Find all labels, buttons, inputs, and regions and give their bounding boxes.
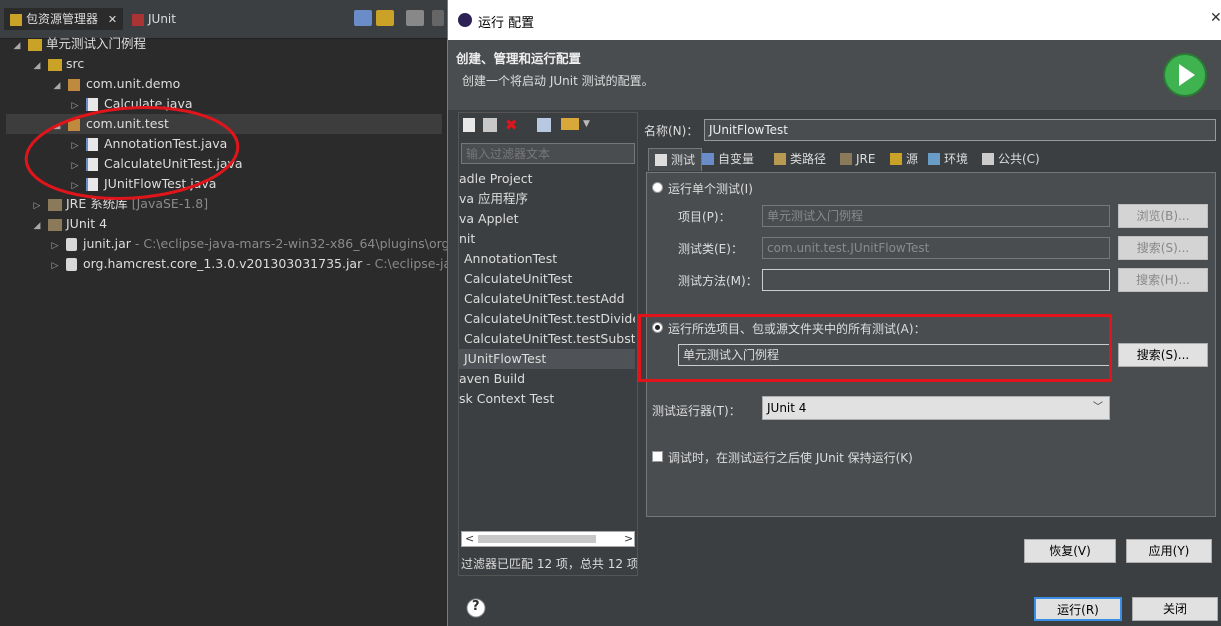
config-item-label: va Applet bbox=[459, 211, 519, 226]
name-label: 名称(N)： bbox=[644, 124, 699, 138]
single-test-label: 运行单个测试(I) bbox=[668, 182, 753, 196]
scroll-thumb[interactable] bbox=[478, 535, 596, 543]
tab-environment-label: 环境 bbox=[944, 152, 969, 166]
config-list-panel: ✖ ▼ 输入过滤器文本 adle Project va 应用程序 va Appl… bbox=[458, 112, 638, 576]
banner-title: 创建、管理和运行配置 bbox=[456, 51, 582, 66]
config-item-label: sk Context Test bbox=[459, 391, 555, 406]
test-class-field[interactable]: com.unit.test.JUnitFlowTest bbox=[762, 237, 1110, 259]
tab-common[interactable]: 公共(C) bbox=[982, 148, 1040, 170]
jre-tab-icon bbox=[840, 153, 852, 165]
tab-jre-label: JRE bbox=[856, 152, 876, 166]
tab-classpath-label: 类路径 bbox=[790, 152, 827, 166]
keep-alive-label: 调试时，在测试运行之后使 JUnit 保持运行(K) bbox=[668, 451, 913, 465]
duplicate-config-icon[interactable] bbox=[483, 118, 497, 132]
tab-environment[interactable]: 环境 bbox=[928, 148, 968, 170]
config-item-label: AnnotationTest bbox=[464, 251, 558, 266]
chevron-down-icon: ﹀ bbox=[1093, 402, 1103, 413]
tab-source-label: 源 bbox=[906, 152, 919, 166]
search-method-button[interactable]: 搜索(H)... bbox=[1118, 268, 1208, 292]
project-label: 项目(P)： bbox=[678, 210, 731, 224]
collapse-all-icon[interactable] bbox=[537, 118, 551, 132]
config-item-label: CalculateUnitTest.testSubstrac bbox=[464, 331, 635, 346]
config-item-label: va 应用程序 bbox=[459, 191, 529, 206]
runner-label: 测试运行器(T)： bbox=[652, 404, 741, 418]
config-detail-panel: 名称(N)： JUnitFlowTest 测试 自变量 类路径 JRE 源 环境… bbox=[638, 112, 1221, 574]
close-button[interactable]: 关闭 bbox=[1132, 597, 1218, 621]
config-item-label: CalculateUnitTest.testDivide bbox=[464, 311, 635, 326]
config-item-label: CalculateUnitTest.testAdd bbox=[464, 291, 625, 306]
keep-alive-checkbox[interactable] bbox=[652, 451, 663, 462]
dialog-title: 运行 配置 bbox=[478, 16, 535, 31]
tab-classpath[interactable]: 类路径 bbox=[774, 148, 826, 170]
config-item-label: adle Project bbox=[459, 171, 533, 186]
run-icon bbox=[1163, 53, 1207, 97]
delete-config-icon[interactable]: ✖ bbox=[505, 116, 518, 134]
browse-button[interactable]: 浏览(B)... bbox=[1118, 204, 1208, 228]
test-method-field[interactable] bbox=[762, 269, 1110, 291]
config-type-task-context[interactable]: sk Context Test bbox=[459, 389, 635, 409]
runner-select[interactable]: JUnit 4 ﹀ bbox=[762, 396, 1110, 420]
filter-input[interactable]: 输入过滤器文本 bbox=[461, 143, 635, 164]
config-annotation-test[interactable]: AnnotationTest bbox=[459, 249, 635, 269]
dialog-close-icon[interactable]: ✕ bbox=[1210, 10, 1221, 26]
help-icon-glyph: ? bbox=[472, 599, 480, 614]
config-test-substract[interactable]: CalculateUnitTest.testSubstrac bbox=[459, 329, 635, 349]
config-tree: adle Project va 应用程序 va Applet nit Annot… bbox=[459, 169, 635, 531]
single-test-radio[interactable] bbox=[652, 182, 663, 193]
test-tab-icon bbox=[655, 154, 667, 166]
config-test-divide[interactable]: CalculateUnitTest.testDivide bbox=[459, 309, 635, 329]
tab-arguments-label: 自变量 bbox=[718, 152, 755, 166]
horizontal-scrollbar[interactable]: < > bbox=[461, 531, 635, 547]
test-method-label: 测试方法(M)： bbox=[678, 274, 758, 288]
environment-tab-icon bbox=[928, 153, 940, 165]
run-button[interactable]: 运行(R) bbox=[1034, 597, 1122, 621]
config-type-java-app[interactable]: va 应用程序 bbox=[459, 189, 635, 209]
tab-common-label: 公共(C) bbox=[998, 152, 1040, 166]
config-calculate-unit-test[interactable]: CalculateUnitTest bbox=[459, 269, 635, 289]
name-field[interactable]: JUnitFlowTest bbox=[704, 119, 1216, 141]
config-test-add[interactable]: CalculateUnitTest.testAdd bbox=[459, 289, 635, 309]
config-type-maven[interactable]: aven Build bbox=[459, 369, 635, 389]
config-item-label: CalculateUnitTest bbox=[464, 271, 573, 286]
config-item-label: aven Build bbox=[459, 371, 526, 386]
filter-status: 过滤器已匹配 12 项，总共 12 项 bbox=[461, 557, 637, 571]
search-class-button[interactable]: 搜索(S)... bbox=[1118, 236, 1208, 260]
config-item-label: JUnitFlowTest bbox=[464, 351, 547, 366]
search-container-button[interactable]: 搜索(S)... bbox=[1118, 343, 1208, 367]
tab-test[interactable]: 测试 bbox=[648, 148, 703, 171]
scroll-right-icon[interactable]: > bbox=[624, 532, 633, 545]
arguments-tab-icon bbox=[702, 153, 714, 165]
dialog-banner: 创建、管理和运行配置 创建一个将启动 JUnit 测试的配置。 bbox=[448, 40, 1221, 110]
config-tabs: 测试 自变量 类路径 JRE 源 环境 公共(C) bbox=[648, 148, 1216, 172]
tab-jre[interactable]: JRE bbox=[840, 148, 875, 170]
runner-select-value: JUnit 4 bbox=[767, 401, 807, 415]
config-type-junit[interactable]: nit bbox=[459, 229, 635, 249]
tab-source[interactable]: 源 bbox=[890, 148, 918, 170]
tab-arguments[interactable]: 自变量 bbox=[702, 148, 754, 170]
eclipse-icon bbox=[458, 13, 472, 27]
apply-button[interactable]: 应用(Y) bbox=[1126, 539, 1212, 563]
test-class-label: 测试类(E)： bbox=[678, 242, 743, 256]
project-field[interactable]: 单元测试入门例程 bbox=[762, 205, 1110, 227]
banner-description: 创建一个将启动 JUnit 测试的配置。 bbox=[462, 74, 654, 88]
dialog-titlebar: 运行 配置 ✕ bbox=[448, 0, 1221, 40]
run-configurations-dialog: 运行 配置 ✕ 创建、管理和运行配置 创建一个将启动 JUnit 测试的配置。 … bbox=[447, 0, 1221, 626]
package-explorer: 包资源管理器 ✕ JUnit ◢ 单元测试入门例程 ◢ src ◢ com.un… bbox=[0, 0, 448, 626]
config-type-gradle[interactable]: adle Project bbox=[459, 169, 635, 189]
config-type-java-applet[interactable]: va Applet bbox=[459, 209, 635, 229]
tab-test-label: 测试 bbox=[671, 153, 696, 167]
scroll-left-icon[interactable]: < bbox=[465, 532, 474, 545]
red-annotation-rectangle bbox=[638, 314, 1112, 382]
filter-icon[interactable] bbox=[561, 118, 579, 130]
common-tab-icon bbox=[982, 153, 994, 165]
new-config-icon[interactable] bbox=[463, 118, 475, 132]
classpath-tab-icon bbox=[774, 153, 786, 165]
red-annotation-ellipse bbox=[24, 106, 240, 200]
revert-button[interactable]: 恢复(V) bbox=[1024, 539, 1116, 563]
config-junit-flow-test[interactable]: JUnitFlowTest bbox=[459, 349, 635, 369]
source-tab-icon bbox=[890, 153, 902, 165]
filter-dropdown-icon[interactable]: ▼ bbox=[583, 119, 590, 129]
config-item-label: nit bbox=[459, 231, 476, 246]
